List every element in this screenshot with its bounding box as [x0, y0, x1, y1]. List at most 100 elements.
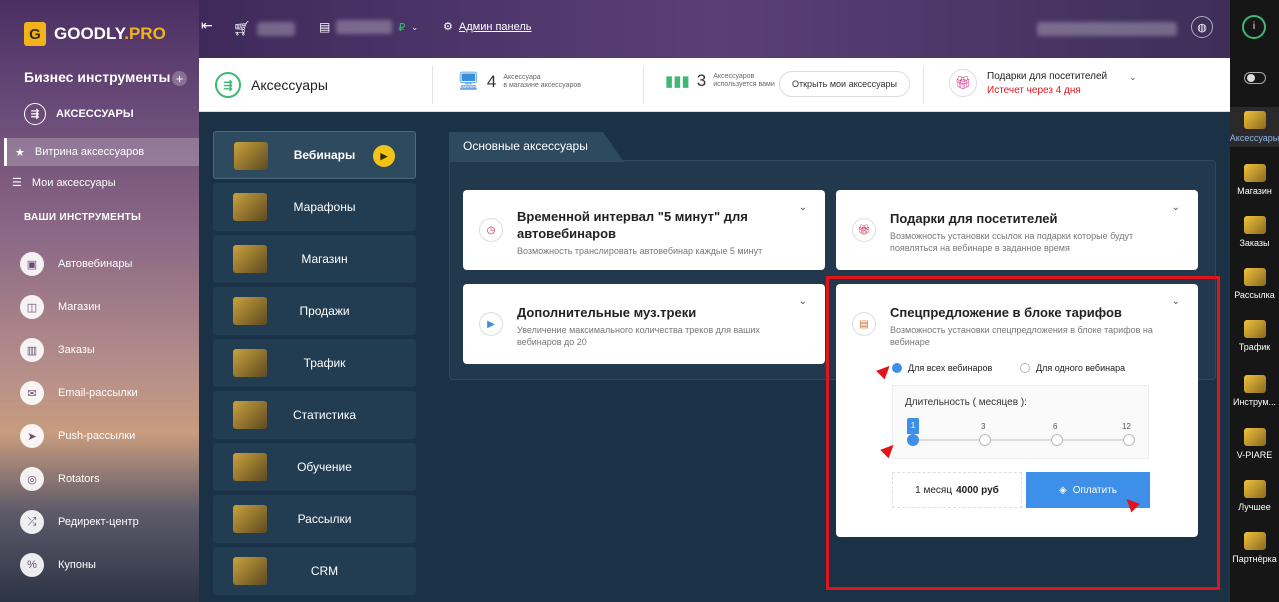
stat-used-accessories: ▮▮▮ 3 Аксессуаров используется вами [665, 71, 775, 90]
sidebar-section-accessories[interactable]: ⇶ АКСЕССУАРЫ [24, 103, 134, 125]
admin-panel-link[interactable]: ⚙ Админ панель [443, 20, 532, 34]
category-traffic[interactable]: Трафик [213, 339, 416, 387]
sidebar-item-push[interactable]: ➤ Push-рассылки [20, 424, 135, 448]
shop-icon [1243, 164, 1266, 182]
divider [923, 66, 924, 104]
shuffle-icon: ⤮ [20, 510, 44, 534]
stat-store-accessories: 🖥︎ 4 Аксессуара в магазине аксессуаров [457, 71, 581, 91]
sidebar-item-coupons[interactable]: % Купоны [20, 553, 96, 577]
accessory-card-music[interactable]: ▶ Дополнительные муз.треки Увеличение ма… [463, 284, 825, 364]
statistics-icon [233, 401, 267, 429]
sidebar-item-shop[interactable]: ◫ Магазин [20, 295, 100, 319]
account-hidden [1037, 22, 1177, 36]
play-icon: ▶ [373, 145, 395, 167]
divider [432, 66, 433, 104]
sidebar-item-email[interactable]: ✉ Email-рассылки [20, 381, 138, 405]
cart-button[interactable]: 🛒︎ [233, 20, 295, 37]
rail-item-partner[interactable]: Партнёрка [1230, 532, 1279, 564]
left-sidebar: G GOODLY.PRO Бизнес инструменты + ⇶ АКСЕ… [0, 0, 199, 602]
info-row: ⇶ Аксессуары 🖥︎ 4 Аксессуара в магазине а… [199, 58, 1230, 112]
traffic-icon [233, 349, 267, 377]
category-mailings[interactable]: Рассылки [213, 495, 416, 543]
monitor-icon: 🖥︎ [457, 71, 480, 91]
top-bar: ⇤ 🛒︎ ▤ ₽ ⌄ ⚙ Админ панель ◍ [199, 0, 1230, 58]
sidebar-item-showcase[interactable]: ★ Витрина аксессуаров [4, 138, 199, 166]
highlight-frame [826, 276, 1220, 590]
sidebar-item-my-accessories[interactable]: ☰ Мои аксессуары [12, 176, 116, 190]
rail-item-accessories[interactable]: Аксессуары [1230, 107, 1279, 147]
rail-item-tools[interactable]: Инструм... [1230, 375, 1279, 407]
sidebar-item-autowebinars[interactable]: ▣ Автовебинары [20, 252, 132, 276]
category-statistics[interactable]: Статистика [213, 391, 416, 439]
shop-bag-icon [233, 245, 267, 273]
rotator-icon: ◎ [20, 467, 44, 491]
orders-icon: ▥ [20, 338, 44, 362]
brand-name: GOODLY.PRO [54, 24, 166, 43]
divider [643, 66, 644, 104]
webinar-icon [234, 142, 268, 170]
star-badge-icon [1243, 480, 1266, 498]
open-my-accessories-button[interactable]: Открыть мои аксессуары [779, 71, 910, 97]
cart-value-hidden [256, 21, 295, 36]
gear-icon: ⚙ [443, 21, 453, 33]
category-crm[interactable]: CRM [213, 547, 416, 595]
crm-icon [233, 557, 267, 585]
chevron-down-icon: ⌄ [1129, 71, 1137, 82]
shop-icon: ◫ [20, 295, 44, 319]
category-sales[interactable]: Продажи [213, 287, 416, 335]
wallet-icon: ▤ [319, 20, 331, 34]
fingerprint-icon[interactable]: ◍ [1191, 16, 1213, 38]
rail-item-traffic[interactable]: Трафик [1230, 320, 1279, 352]
rail-item-vpiare[interactable]: V-PIARE [1230, 428, 1279, 460]
autowebinar-icon: ▣ [20, 252, 44, 276]
page-title: ⇶ Аксессуары [215, 72, 328, 98]
timer-icon: ◷ [479, 218, 503, 242]
info-icon[interactable]: i [1242, 15, 1266, 39]
traffic-icon [1243, 320, 1266, 338]
chevron-down-icon: ⌄ [411, 22, 419, 32]
accessory-card-gifts[interactable]: 🎁︎ Подарки для посетителей Возможность у… [836, 190, 1198, 270]
accessories-icon [1243, 111, 1266, 129]
tab-main-accessories[interactable]: Основные аксессуары [449, 132, 624, 162]
rail-item-mailing[interactable]: Рассылка [1230, 268, 1279, 300]
collapse-sidebar-icon[interactable]: ⇤ [201, 17, 213, 34]
add-tool-button[interactable]: + [172, 71, 187, 86]
partner-icon [1243, 532, 1266, 550]
chevron-down-icon[interactable]: ⌄ [1172, 202, 1180, 213]
right-rail: i Аксессуары Магазин Заказы Рассылка Тра… [1230, 0, 1279, 602]
rail-item-orders[interactable]: Заказы [1230, 216, 1279, 248]
category-webinars[interactable]: Вебинары ▶ [213, 131, 416, 179]
cart-icon: 🛒︎ [233, 20, 251, 36]
accessories-icon: ⇶ [24, 103, 46, 125]
sidebar-item-redirect[interactable]: ⤮ Редирект-центр [20, 510, 139, 534]
chevron-down-icon[interactable]: ⌄ [799, 202, 807, 213]
sidebar-item-orders[interactable]: ▥ Заказы [20, 338, 95, 362]
mailing-icon [1243, 268, 1266, 286]
logo-icon: G [24, 22, 46, 46]
mailing-icon [233, 505, 267, 533]
send-icon: ➤ [20, 424, 44, 448]
sales-icon [233, 297, 267, 325]
category-marathons[interactable]: Марафоны [213, 183, 416, 231]
toggle-switch[interactable] [1244, 72, 1266, 84]
gift-icon: 🎁︎ [852, 218, 876, 242]
tools-icon [1243, 375, 1266, 393]
megaphone-icon [1243, 428, 1266, 446]
sidebar-tools-heading: ВАШИ ИНСТРУМЕНТЫ [24, 212, 142, 223]
chevron-down-icon[interactable]: ⌄ [799, 296, 807, 307]
rail-item-shop[interactable]: Магазин [1230, 164, 1279, 196]
marathon-icon [233, 193, 267, 221]
email-icon: ✉ [20, 381, 44, 405]
rail-item-best[interactable]: Лучшее [1230, 480, 1279, 512]
category-education[interactable]: Обучение [213, 443, 416, 491]
sidebar-item-rotators[interactable]: ◎ Rotators [20, 467, 100, 491]
coupon-icon: % [20, 553, 44, 577]
wallet-button[interactable]: ▤ ₽ ⌄ [319, 20, 418, 34]
category-shop[interactable]: Магазин [213, 235, 416, 283]
brand-logo[interactable]: G GOODLY.PRO [24, 22, 166, 46]
accessory-card-5min[interactable]: ◷ Временной интервал "5 минут" для автов… [463, 190, 825, 270]
balance-hidden [336, 20, 393, 34]
gift-status[interactable]: 🎁︎ Подарки для посетителей Истечет через… [949, 69, 1137, 97]
orders-icon [1243, 216, 1266, 234]
currency-symbol: ₽ [398, 21, 406, 34]
